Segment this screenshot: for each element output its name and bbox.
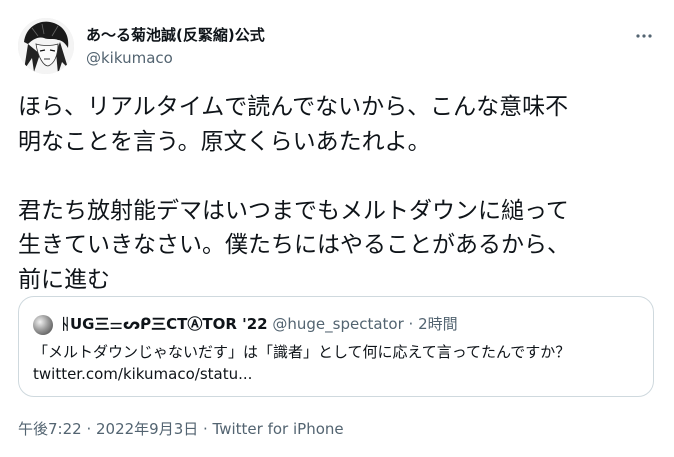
quoted-display-name[interactable]: ᚺUG㆔⚌ᔕᑭ㆔CTⒶTOR '22 xyxy=(61,315,268,333)
tweet-text: ほら、リアルタイムで読んでないから、こんな意味不 明なことを言う。原文くらいあた… xyxy=(18,90,658,297)
quoted-tweet[interactable]: ᚺUG㆔⚌ᔕᑭ㆔CTⒶTOR '22 @huge_spectator · 2時間… xyxy=(18,296,654,397)
quoted-time[interactable]: 2時間 xyxy=(418,315,458,333)
more-options-button[interactable] xyxy=(632,24,656,48)
tweet-line: 君たち放射能デマはいつまでもメルトダウンに縋って xyxy=(18,197,569,224)
tweet-line: 明なことを言う。原文くらいあたれよ。 xyxy=(18,128,431,155)
more-horizontal-icon xyxy=(636,34,652,38)
quoted-avatar[interactable] xyxy=(33,315,53,335)
quoted-handle[interactable]: @huge_spectator xyxy=(272,315,403,333)
avatar-illustration xyxy=(18,18,74,74)
tweet-line: 前に進む xyxy=(18,266,110,293)
quoted-body: 「メルトダウンじゃないだす」は「識者」として何に応えて言ってたんですか？ twi… xyxy=(33,341,570,385)
quoted-separator: · xyxy=(408,315,414,333)
quoted-header: ᚺUG㆔⚌ᔕᑭ㆔CTⒶTOR '22 @huge_spectator · 2時間 xyxy=(61,313,458,334)
tweet-line: ほら、リアルタイムで読んでないから、こんな意味不 xyxy=(18,94,569,120)
quoted-text: 「メルトダウンじゃないだす」は「識者」として何に応えて言ってたんですか？ xyxy=(33,343,571,361)
quoted-link[interactable]: twitter.com/kikumaco/statu... xyxy=(33,363,570,385)
author-handle[interactable]: @kikumaco xyxy=(86,49,173,67)
author-display-name[interactable]: あ〜る菊池誠(反緊縮)公式 xyxy=(86,24,265,45)
tweet-timestamp[interactable]: 午後7:22 · 2022年9月3日 · Twitter for iPhone xyxy=(18,418,344,439)
tweet-line: 生きていきなさい。僕たちにはやることがあるから、 xyxy=(18,232,570,258)
avatar[interactable] xyxy=(18,18,74,74)
